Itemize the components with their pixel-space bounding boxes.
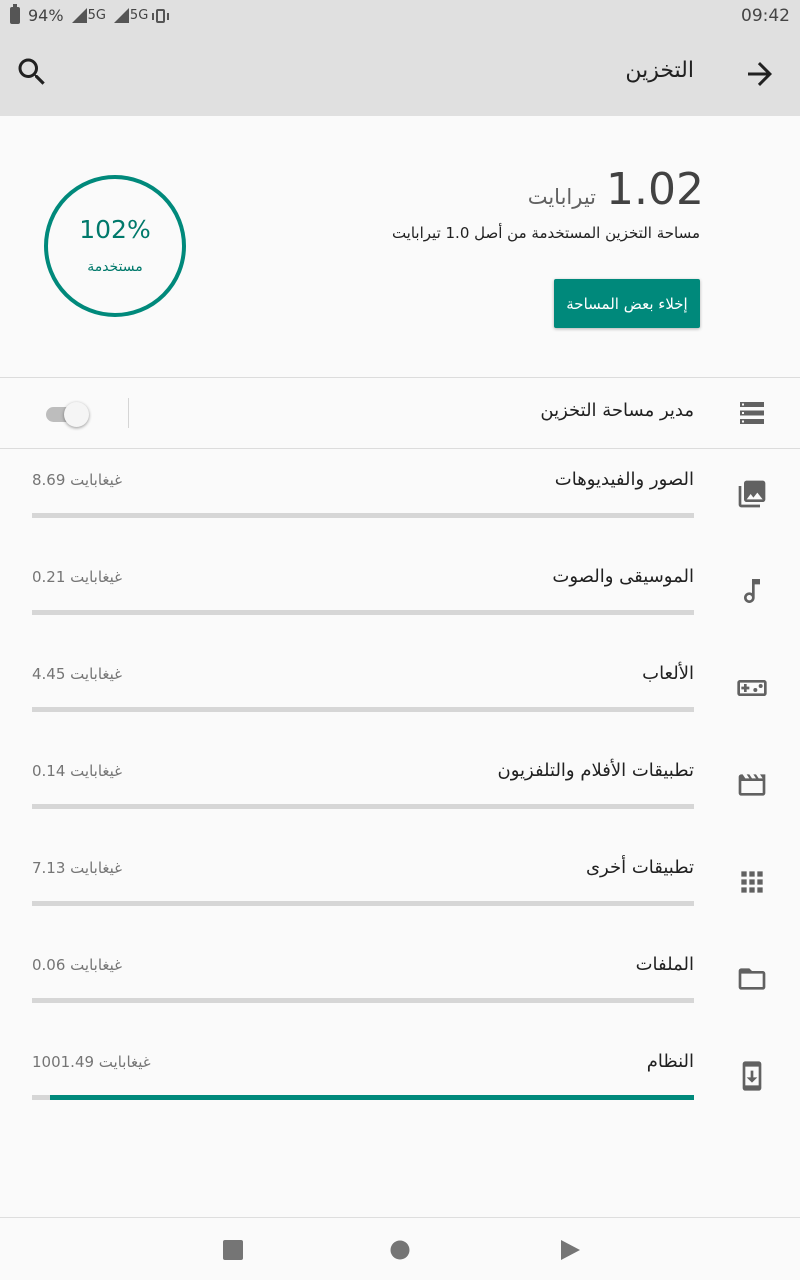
category-usage-bar <box>32 513 694 518</box>
category-label: تطبيقات الأفلام والتلفزيون <box>497 760 694 781</box>
category-usage-bar <box>32 804 694 809</box>
total-value: 1.02 <box>606 164 704 215</box>
vertical-divider <box>128 398 129 428</box>
page-title: التخزين <box>625 58 694 83</box>
category-row[interactable]: تطبيقات أخرى 7.13 غيغابايت <box>0 837 800 934</box>
category-usage-bar <box>32 901 694 906</box>
category-row[interactable]: تطبيقات الأفلام والتلفزيون 0.14 غيغابايت <box>0 740 800 837</box>
category-usage-bar <box>32 998 694 1003</box>
music-icon <box>744 579 760 603</box>
status-time: 09:42 <box>741 6 790 26</box>
category-label: تطبيقات أخرى <box>585 857 694 878</box>
signal-5g-icon: 5G <box>71 8 106 23</box>
gamepad-icon <box>737 680 767 696</box>
category-usage-bar <box>32 707 694 712</box>
battery-icon <box>10 4 20 24</box>
category-size: 0.06 غيغابايت <box>32 956 122 974</box>
category-size: 0.21 غيغابايت <box>32 568 122 586</box>
total-unit: تيرابايت <box>527 185 597 209</box>
category-label: الموسيقى والصوت <box>552 566 694 587</box>
category-row[interactable]: النظام 1001.49 غيغابايت <box>0 1031 800 1128</box>
search-icon[interactable] <box>14 54 50 90</box>
storage-manager-row[interactable]: مدير مساحة التخزين <box>0 378 800 448</box>
storage-manager-label: مدير مساحة التخزين <box>540 400 694 421</box>
status-icons: 94% 5G 5G <box>10 4 170 25</box>
battery-percent: 94% <box>28 6 64 25</box>
free-up-space-button[interactable]: إخلاء بعض المساحة <box>554 279 700 328</box>
recents-square-icon[interactable] <box>221 1238 245 1262</box>
navigation-bar <box>0 1217 800 1280</box>
home-circle-icon[interactable] <box>388 1238 412 1262</box>
usage-label: مستخدمة <box>87 259 143 275</box>
app-bar: التخزين <box>0 32 800 116</box>
category-row[interactable]: الموسيقى والصوت 0.21 غيغابايت <box>0 546 800 643</box>
system-update-icon <box>742 1061 762 1091</box>
category-usage-bar <box>32 1095 694 1100</box>
used-description: مساحة التخزين المستخدمة من أصل 1.0 تيراب… <box>391 224 700 242</box>
usage-ring: 102% مستخدمة <box>44 175 186 317</box>
category-label: النظام <box>646 1051 694 1072</box>
movie-icon <box>738 774 766 796</box>
category-size: 4.45 غيغابايت <box>32 665 122 683</box>
total-used: تيرابايت 1.02 <box>528 164 704 215</box>
photo-icon <box>738 480 766 508</box>
apps-icon <box>741 871 763 893</box>
category-label: الصور والفيديوهات <box>554 469 694 490</box>
category-label: الملفات <box>635 954 694 975</box>
category-row[interactable]: الصور والفيديوهات 8.69 غيغابايت <box>0 449 800 546</box>
category-size: 1001.49 غيغابايت <box>32 1053 151 1071</box>
signal-5g-icon-2: 5G <box>113 8 148 23</box>
category-size: 7.13 غيغابايت <box>32 859 122 877</box>
storage-manager-toggle[interactable] <box>44 400 92 428</box>
category-row[interactable]: الملفات 0.06 غيغابايت <box>0 934 800 1031</box>
back-triangle-icon[interactable] <box>558 1238 582 1262</box>
category-usage-fill <box>49 1095 694 1100</box>
storage-summary: 102% مستخدمة تيرابايت 1.02 مساحة التخزين… <box>0 116 800 377</box>
storage-icon <box>740 402 764 424</box>
arrow-forward-icon[interactable] <box>742 56 778 92</box>
category-size: 0.14 غيغابايت <box>32 762 122 780</box>
vibrate-icon <box>152 8 170 23</box>
usage-percent: 102% <box>79 215 151 244</box>
category-label: الألعاب <box>642 663 694 684</box>
category-size: 8.69 غيغابايت <box>32 471 122 489</box>
folder-icon <box>738 968 766 990</box>
category-row[interactable]: الألعاب 4.45 غيغابايت <box>0 643 800 740</box>
category-usage-bar <box>32 610 694 615</box>
status-bar: 94% 5G 5G 09:42 <box>0 0 800 32</box>
